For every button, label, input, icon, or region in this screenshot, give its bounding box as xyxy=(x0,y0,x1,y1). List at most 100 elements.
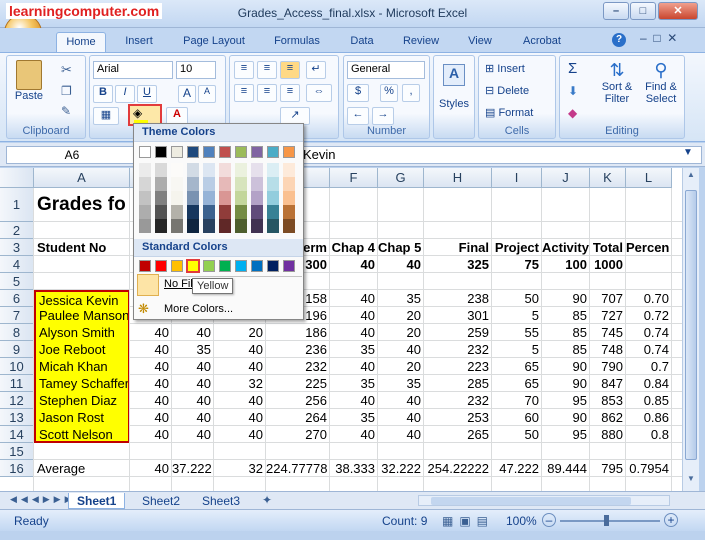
cell-e11[interactable]: 225 xyxy=(266,375,330,392)
autosum-button[interactable]: Σ xyxy=(568,60,577,77)
theme-color-swatch[interactable] xyxy=(251,146,263,158)
standard-color-swatch[interactable] xyxy=(219,260,231,272)
row-header-12[interactable]: 12 xyxy=(0,392,34,409)
row-header-9[interactable]: 9 xyxy=(0,341,34,358)
copy-icon[interactable]: ❐ xyxy=(61,84,72,98)
column-header-i[interactable]: I xyxy=(492,168,542,188)
cell-k6[interactable]: 707 xyxy=(590,290,626,307)
theme-color-shade[interactable] xyxy=(235,219,247,233)
theme-color-shade[interactable] xyxy=(267,163,279,177)
cell-b10[interactable]: 40 xyxy=(130,358,172,375)
format-painter-icon[interactable]: ✎ xyxy=(61,104,71,118)
bold-button[interactable]: B xyxy=(93,85,113,103)
cell-f11[interactable]: 35 xyxy=(330,375,378,392)
cell-l11[interactable]: 0.84 xyxy=(626,375,672,392)
cell-i16[interactable]: 47.222 xyxy=(492,460,542,477)
theme-color-shade[interactable] xyxy=(219,191,231,205)
insert-cells-button[interactable]: ⊞ Insert xyxy=(485,62,525,75)
theme-color-shade[interactable] xyxy=(203,163,215,177)
theme-color-shade[interactable] xyxy=(155,163,167,177)
grow-font-button[interactable]: A xyxy=(178,85,196,103)
theme-color-shade[interactable] xyxy=(251,177,263,191)
cell-j4[interactable]: 100 xyxy=(542,256,590,273)
align-left-icon[interactable]: ≡ xyxy=(234,84,254,102)
cell-h16[interactable]: 254.22222 xyxy=(424,460,492,477)
cell-i12[interactable]: 70 xyxy=(492,392,542,409)
cell-i8[interactable]: 55 xyxy=(492,324,542,341)
standard-color-swatch[interactable] xyxy=(235,260,247,272)
cell-l8[interactable]: 0.74 xyxy=(626,324,672,341)
font-size-combo[interactable]: 10 xyxy=(176,61,216,79)
cell-b14[interactable]: 40 xyxy=(130,426,172,443)
theme-color-shade[interactable] xyxy=(187,163,199,177)
theme-color-shade[interactable] xyxy=(235,191,247,205)
theme-color-swatch[interactable] xyxy=(267,146,279,158)
cell-d12[interactable]: 40 xyxy=(214,392,266,409)
cell-f3[interactable]: Chap 4 xyxy=(330,239,378,256)
scroll-thumb[interactable] xyxy=(685,190,697,460)
column-header-g[interactable]: G xyxy=(378,168,424,188)
theme-color-shade[interactable] xyxy=(155,177,167,191)
cell-k8[interactable]: 745 xyxy=(590,324,626,341)
standard-color-swatch[interactable] xyxy=(283,260,295,272)
cell-k10[interactable]: 790 xyxy=(590,358,626,375)
cell-i7[interactable]: 5 xyxy=(492,307,542,324)
cell-l13[interactable]: 0.86 xyxy=(626,409,672,426)
cell-g9[interactable]: 40 xyxy=(378,341,424,358)
cell-l9[interactable]: 0.74 xyxy=(626,341,672,358)
cell-b12[interactable]: 40 xyxy=(130,392,172,409)
decrease-decimal-icon[interactable]: → xyxy=(372,107,394,125)
theme-color-swatch[interactable] xyxy=(171,146,183,158)
theme-color-shade[interactable] xyxy=(251,219,263,233)
theme-color-swatch[interactable] xyxy=(219,146,231,158)
percent-button[interactable]: % xyxy=(380,84,398,102)
student-name-cell[interactable]: Joe Reboot xyxy=(34,341,130,358)
cell-b11[interactable]: 40 xyxy=(130,375,172,392)
borders-button[interactable]: ▦ xyxy=(93,107,119,125)
cell-c9[interactable]: 35 xyxy=(172,341,214,358)
cell-g16[interactable]: 32.222 xyxy=(378,460,424,477)
cell-k4[interactable]: 1000 xyxy=(590,256,626,273)
row-header-6[interactable]: 6 xyxy=(0,290,34,307)
cut-icon[interactable]: ✂ xyxy=(61,62,72,78)
view-buttons[interactable]: ▦▣▤ xyxy=(442,514,494,528)
no-fill-item[interactable]: No Fill xyxy=(164,278,195,290)
sheet-tab-2[interactable]: Sheet2 xyxy=(134,493,188,509)
cell-c11[interactable]: 40 xyxy=(172,375,214,392)
cell-h14[interactable]: 265 xyxy=(424,426,492,443)
theme-color-shade[interactable] xyxy=(203,205,215,219)
sheet-nav-icons[interactable]: ◀◀◀▶▶▶ xyxy=(10,494,76,505)
cell-e14[interactable]: 270 xyxy=(266,426,330,443)
theme-color-shade[interactable] xyxy=(155,219,167,233)
cell-f12[interactable]: 40 xyxy=(330,392,378,409)
cell-g6[interactable]: 35 xyxy=(378,290,424,307)
tab-home[interactable]: Home xyxy=(56,32,106,52)
find-select-button[interactable]: ⚲ Find & Select xyxy=(640,60,682,105)
zoom-thumb[interactable] xyxy=(604,515,609,526)
vertical-scrollbar[interactable]: ▲ ▼ xyxy=(682,168,699,491)
cell-h12[interactable]: 232 xyxy=(424,392,492,409)
paste-button[interactable]: Paste xyxy=(11,60,47,112)
select-all-corner[interactable] xyxy=(0,168,34,188)
row-header-13[interactable]: 13 xyxy=(0,409,34,426)
theme-color-swatch[interactable] xyxy=(203,146,215,158)
cell-i3[interactable]: Project xyxy=(492,239,542,256)
cell-g11[interactable]: 35 xyxy=(378,375,424,392)
row-header-7[interactable]: 7 xyxy=(0,307,34,324)
student-name-cell[interactable]: Micah Khan xyxy=(34,358,130,375)
theme-color-shade[interactable] xyxy=(267,219,279,233)
cell-a3[interactable]: Student No xyxy=(34,239,130,256)
row-header-5[interactable]: 5 xyxy=(0,273,34,290)
sheet-tab-3[interactable]: Sheet3 xyxy=(194,493,248,509)
name-box[interactable]: A6 xyxy=(6,146,138,164)
row-header-8[interactable]: 8 xyxy=(0,324,34,341)
cell-g8[interactable]: 20 xyxy=(378,324,424,341)
tab-view[interactable]: View xyxy=(460,32,500,52)
cell-f8[interactable]: 40 xyxy=(330,324,378,341)
cell-c16[interactable]: 37.222 xyxy=(172,460,214,477)
row-header-1[interactable]: 1 xyxy=(0,188,34,222)
ribbon-minimize-icon[interactable]: – □ ✕ xyxy=(640,31,677,45)
theme-color-shade[interactable] xyxy=(171,163,183,177)
cell-j8[interactable]: 85 xyxy=(542,324,590,341)
theme-color-shade[interactable] xyxy=(283,177,295,191)
